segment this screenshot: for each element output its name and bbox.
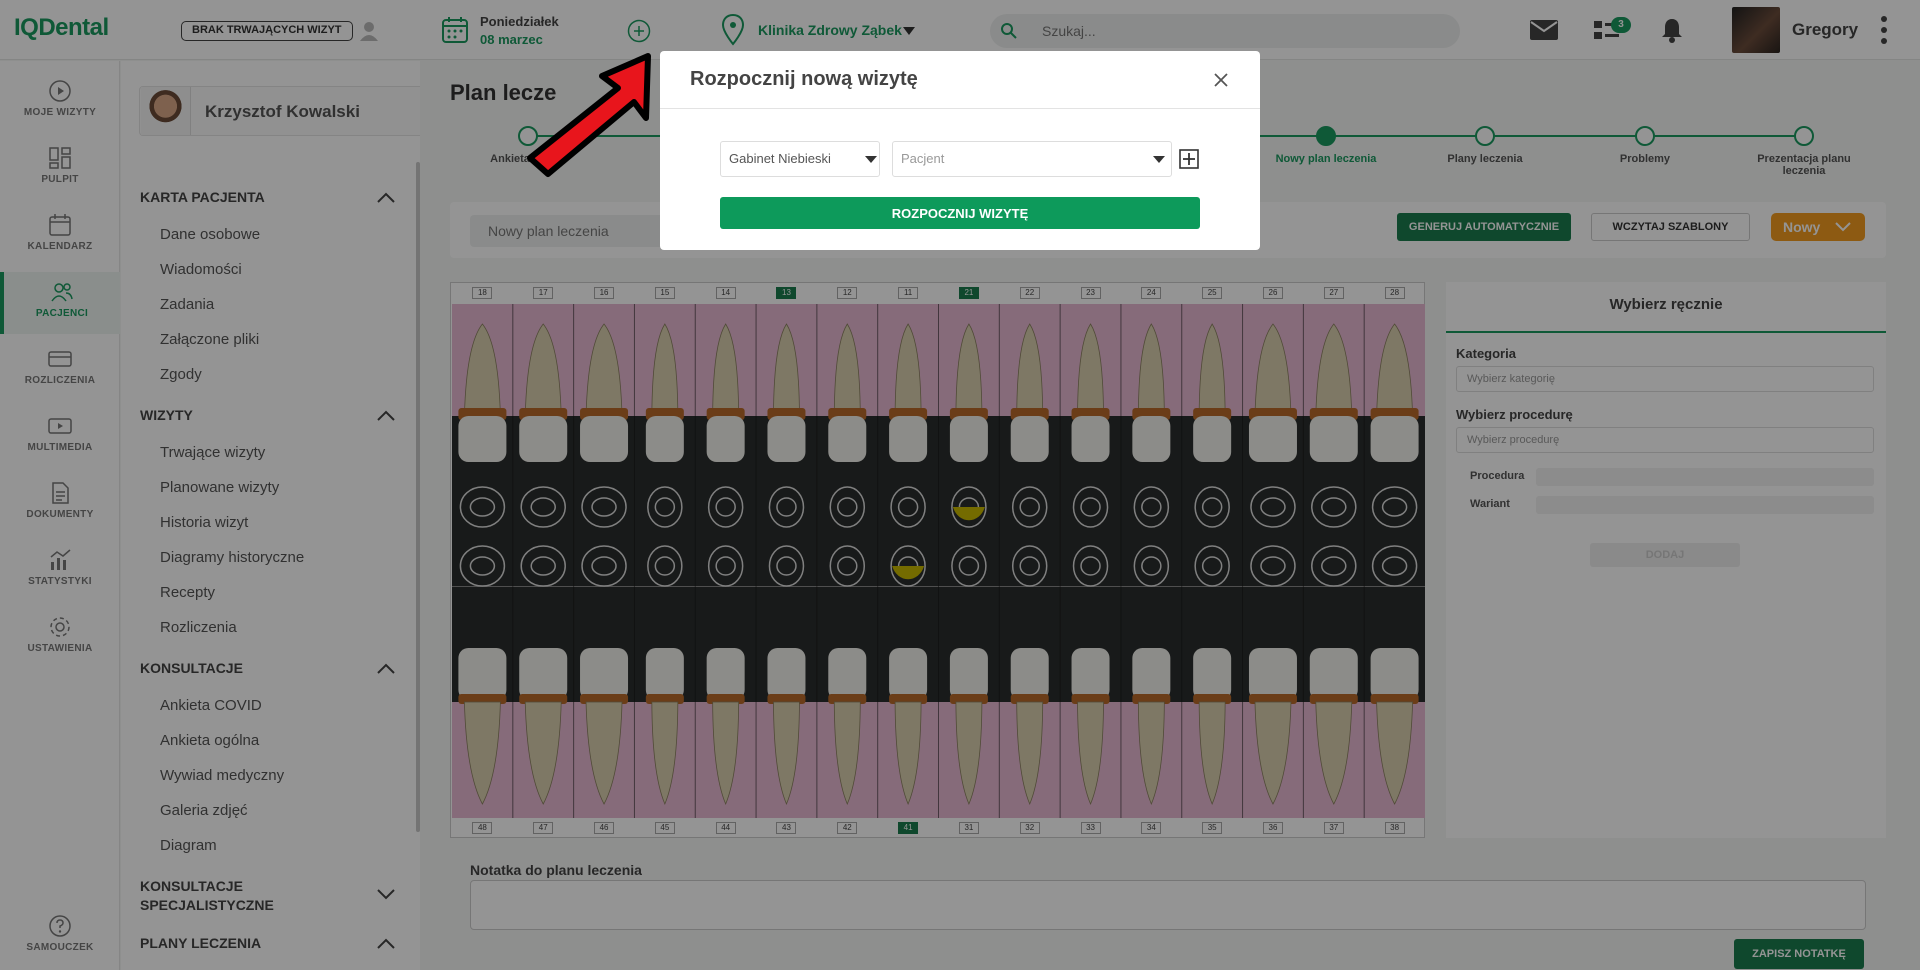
- patient-select[interactable]: Pacjent: [892, 141, 1172, 177]
- start-visit-button[interactable]: ROZPOCZNIJ WIZYTĘ: [720, 197, 1200, 229]
- new-visit-modal: Rozpocznij nową wizytę Gabinet Niebieski…: [660, 51, 1260, 250]
- add-patient-icon[interactable]: [1179, 149, 1199, 169]
- modal-title: Rozpocznij nową wizytę: [690, 68, 918, 90]
- room-select[interactable]: Gabinet Niebieski: [720, 141, 880, 177]
- patient-caret-icon[interactable]: [1153, 156, 1165, 163]
- modal-divider: [660, 108, 1260, 109]
- pointer-arrow-icon: [527, 53, 651, 177]
- room-caret-icon[interactable]: [865, 156, 877, 163]
- close-icon[interactable]: [1212, 71, 1230, 89]
